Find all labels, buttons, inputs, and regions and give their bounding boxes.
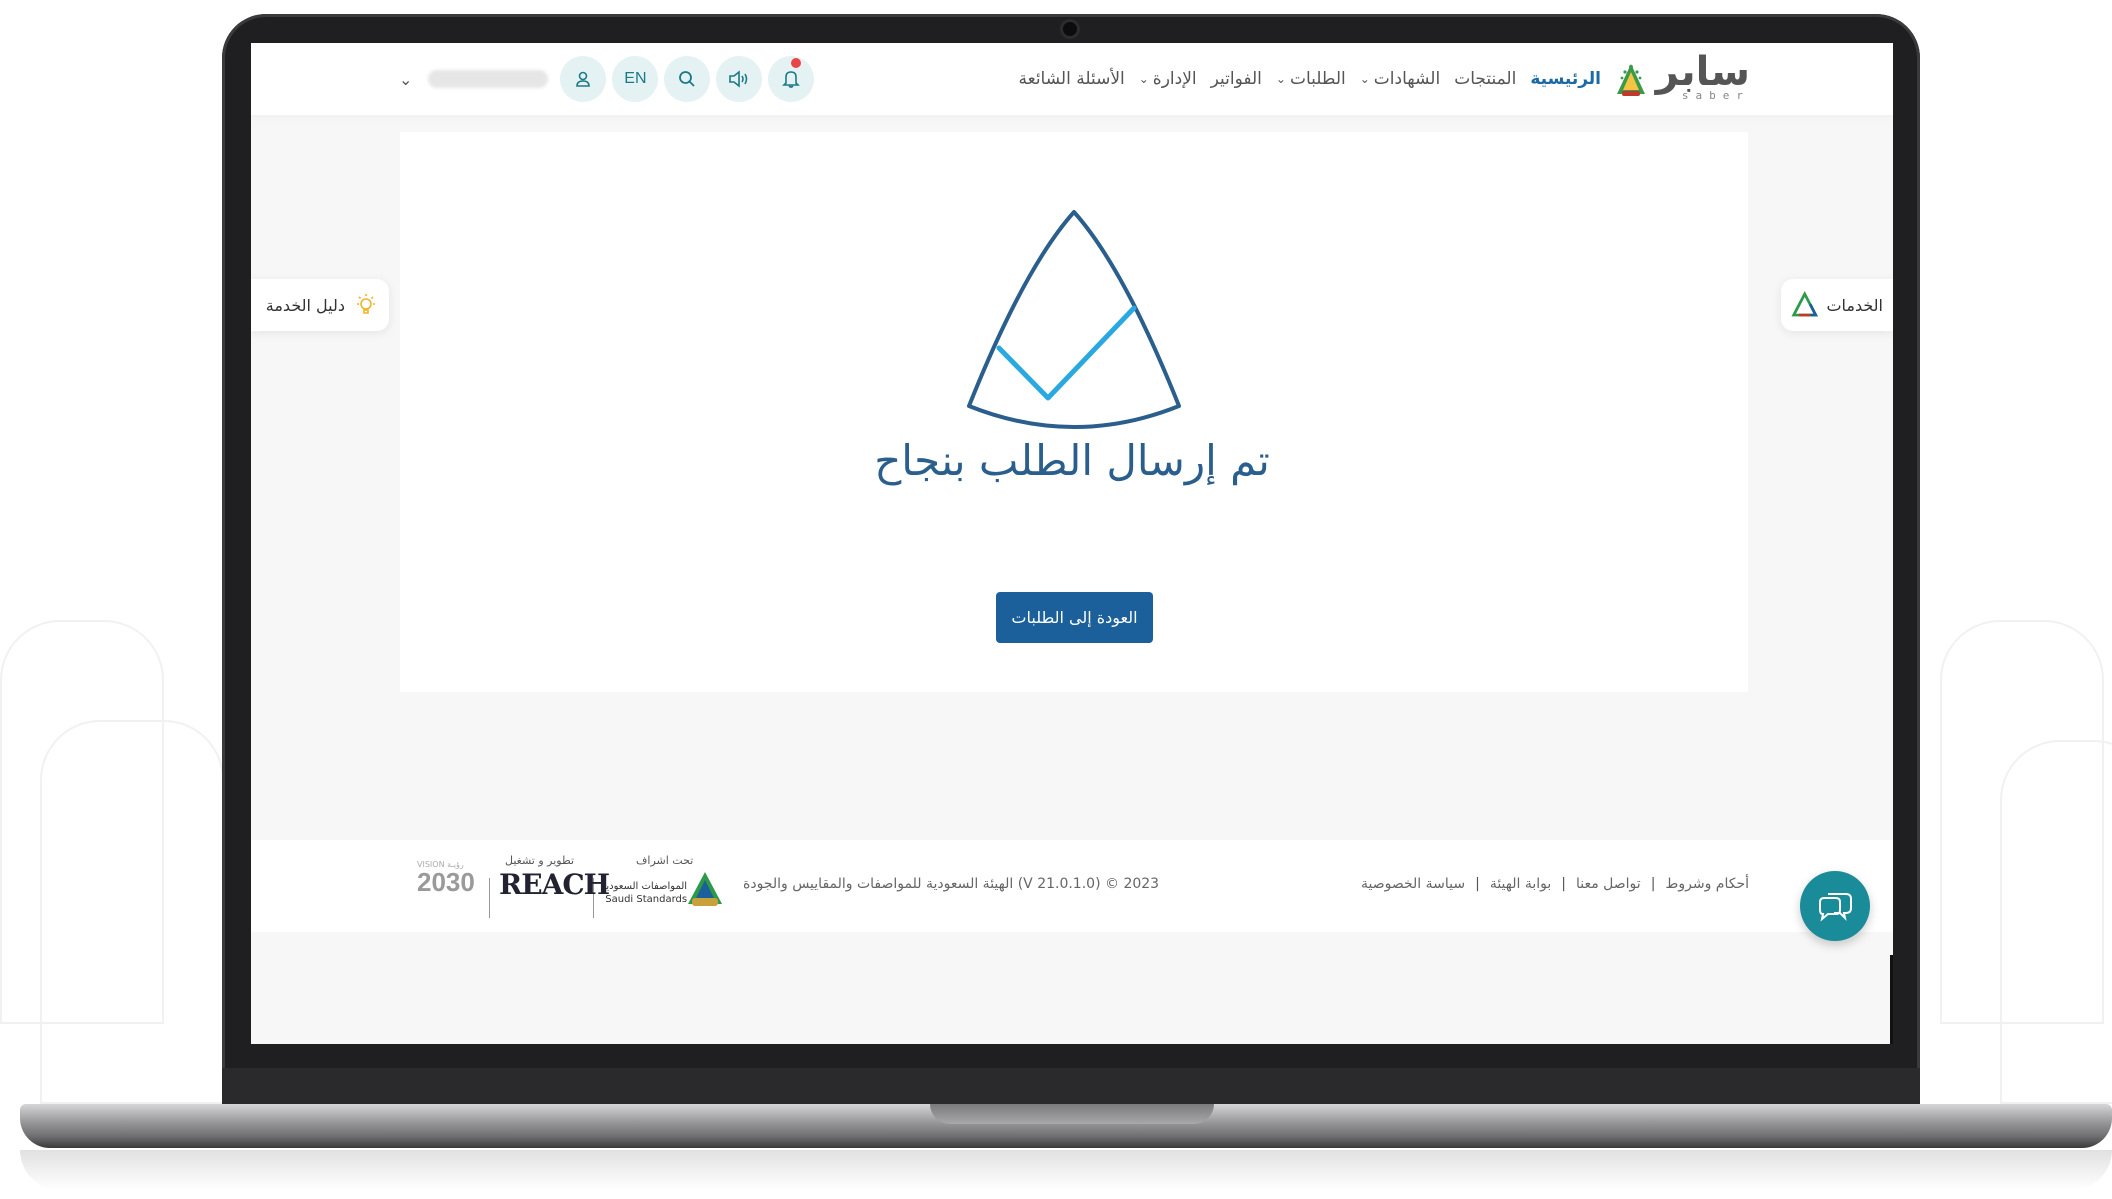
logo-arabic-text: سابر bbox=[1655, 48, 1750, 95]
nav-item-home[interactable]: الرئيسية bbox=[1523, 69, 1608, 89]
saso-arabic-name: المواصفات السعودية bbox=[601, 881, 688, 892]
vision-year-text: 2030 bbox=[417, 867, 475, 897]
supervision-caption: تحت اشراف bbox=[636, 854, 694, 867]
services-label: الخدمات bbox=[1826, 295, 1883, 315]
footer-link-portal[interactable]: بوابة الهيئة bbox=[1490, 876, 1551, 892]
browser-screen: سابر saber الرئيسية المنتجات الشهادات ⌄ ا… bbox=[251, 43, 1893, 1044]
nav-item-products[interactable]: المنتجات bbox=[1447, 69, 1523, 89]
chat-support-button[interactable] bbox=[1800, 871, 1870, 941]
notifications-button[interactable] bbox=[768, 56, 815, 102]
chat-bubble-icon bbox=[1819, 893, 1852, 922]
lightbulb-icon bbox=[357, 294, 375, 314]
user-icon bbox=[576, 71, 591, 87]
back-to-requests-button[interactable]: العودة إلى الطلبات bbox=[996, 592, 1153, 643]
footer-separator: | bbox=[1650, 876, 1656, 892]
saber-logo-icon bbox=[1616, 64, 1645, 96]
webcam bbox=[1063, 22, 1077, 36]
chevron-down-icon: ⌄ bbox=[1275, 72, 1286, 86]
nav-item-management[interactable]: الإدارة ⌄ bbox=[1132, 69, 1204, 89]
main-menu: الرئيسية المنتجات الشهادات ⌄ الطلبات ⌄ الف… bbox=[1012, 43, 1609, 115]
top-navbar: سابر saber الرئيسية المنتجات الشهادات ⌄ ا… bbox=[251, 43, 1893, 115]
footer-separator: | bbox=[1475, 876, 1480, 892]
laptop-shadow bbox=[20, 1150, 2112, 1190]
screen-edge bbox=[1890, 955, 1893, 1044]
laptop-notch bbox=[930, 1104, 1214, 1124]
footer-separator: | bbox=[1561, 876, 1566, 892]
user-profile-button[interactable] bbox=[560, 56, 607, 102]
vision-2030-logo: VISION رؤيـة 2030 bbox=[417, 860, 475, 895]
saso-name: المواصفات السعودية Saudi Standards bbox=[601, 880, 687, 906]
speaker-icon bbox=[729, 70, 748, 88]
saso-english-name: Saudi Standards bbox=[605, 894, 688, 905]
footer-links: أحكام وشروط | تواصل معنا | بوابة الهيئة … bbox=[1361, 876, 1749, 892]
nav-item-faq[interactable]: الأسئلة الشائعة bbox=[1012, 69, 1132, 89]
footer-link-contact[interactable]: تواصل معنا bbox=[1576, 876, 1641, 892]
nav-item-invoices[interactable]: الفواتير bbox=[1204, 69, 1269, 89]
bell-icon bbox=[782, 71, 801, 88]
username-blurred[interactable] bbox=[428, 70, 549, 88]
footer-link-terms[interactable]: أحكام وشروط bbox=[1665, 876, 1749, 892]
nav-item-certificates[interactable]: الشهادات ⌄ bbox=[1353, 69, 1447, 89]
operation-caption: تطوير و تشغيل bbox=[505, 854, 575, 867]
search-icon bbox=[679, 71, 696, 87]
chevron-down-icon: ⌄ bbox=[1138, 72, 1149, 86]
page-footer: أحكام وشروط | تواصل معنا | بوابة الهيئة … bbox=[251, 840, 1893, 932]
logo-latin-text: saber bbox=[1681, 88, 1750, 102]
saber-logo[interactable]: سابر saber bbox=[1614, 48, 1750, 102]
language-toggle-button[interactable]: EN bbox=[612, 56, 659, 102]
user-menu-chevron-icon[interactable]: ⌄ bbox=[399, 70, 412, 89]
chevron-down-icon: ⌄ bbox=[1359, 72, 1370, 86]
nav-item-requests[interactable]: الطلبات ⌄ bbox=[1269, 69, 1353, 89]
footer-link-privacy[interactable]: سياسة الخصوصية bbox=[1361, 876, 1465, 892]
header-tools: ⌄ EN bbox=[399, 53, 815, 105]
success-title: تم إرسال الطلب بنجاح bbox=[874, 436, 1270, 485]
saso-logo-icon bbox=[688, 872, 722, 906]
services-tab[interactable]: الخدمات bbox=[1781, 279, 1893, 331]
service-guide-label: دليل الخدمة bbox=[265, 295, 345, 315]
services-logo-icon bbox=[1791, 291, 1818, 317]
copyright-text: الهيئة السعودية للمواصفات والمقاييس والج… bbox=[743, 876, 1160, 892]
sound-button[interactable] bbox=[716, 56, 763, 102]
laptop-chin bbox=[222, 1068, 1920, 1108]
search-button[interactable] bbox=[664, 56, 711, 102]
reach-logo: REACH bbox=[499, 868, 610, 901]
service-guide-tab[interactable]: دليل الخدمة bbox=[251, 279, 389, 331]
notification-dot bbox=[791, 58, 802, 68]
success-check-icon bbox=[967, 210, 1181, 429]
footer-divider bbox=[489, 878, 490, 918]
